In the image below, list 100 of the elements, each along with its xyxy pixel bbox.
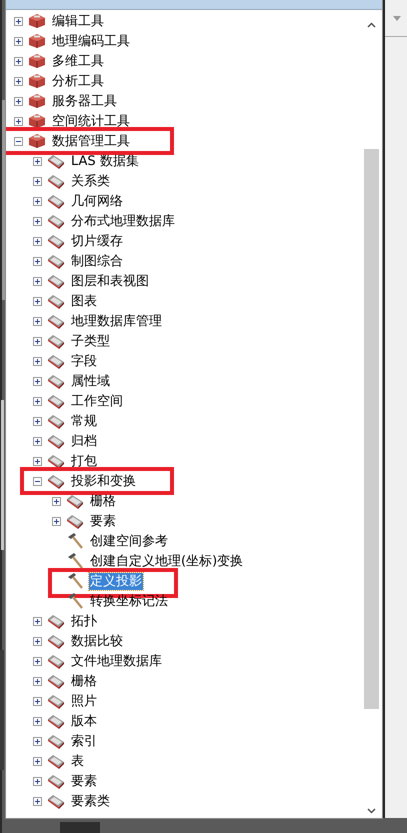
toolbox-icon xyxy=(28,13,46,29)
expand-icon[interactable] xyxy=(33,776,42,786)
expand-icon[interactable] xyxy=(33,796,42,806)
toolset-icon xyxy=(47,453,65,469)
tree-item[interactable]: 创建自定义地理(坐标)变换 xyxy=(89,552,244,570)
toolbox-icon xyxy=(28,73,46,89)
toolset-icon xyxy=(47,413,65,429)
tree-item[interactable]: 字段 xyxy=(70,352,98,370)
expand-icon[interactable] xyxy=(33,436,42,446)
tree-item[interactable]: 多维工具 xyxy=(51,52,105,70)
expand-icon[interactable] xyxy=(33,636,42,646)
toolset-icon xyxy=(47,173,65,189)
expand-icon[interactable] xyxy=(33,756,42,766)
expand-icon[interactable] xyxy=(33,296,42,306)
hammer-icon xyxy=(66,552,84,570)
collapse-icon[interactable] xyxy=(33,476,42,486)
expand-icon[interactable] xyxy=(14,36,23,46)
tree-item[interactable]: 地理数据库管理 xyxy=(70,312,163,330)
tree-item[interactable]: 照片 xyxy=(70,692,98,710)
expand-icon[interactable] xyxy=(33,376,42,386)
expand-icon[interactable] xyxy=(33,256,42,266)
tree-item[interactable]: 定义投影 xyxy=(89,572,143,590)
expand-icon[interactable] xyxy=(52,516,61,526)
tree-item[interactable]: 工作空间 xyxy=(70,392,124,410)
tree-item[interactable]: 要素 xyxy=(70,772,98,790)
tree-item[interactable]: 归档 xyxy=(70,432,98,450)
tree-item[interactable]: 投影和变换 xyxy=(70,472,137,490)
tree-item[interactable]: 常规 xyxy=(70,412,98,430)
tree-item[interactable]: 服务器工具 xyxy=(51,92,118,110)
expand-icon[interactable] xyxy=(33,276,42,286)
expand-icon[interactable] xyxy=(33,336,42,346)
tree-item[interactable]: 栅格 xyxy=(70,672,98,690)
hammer-icon xyxy=(66,572,84,590)
expand-icon[interactable] xyxy=(33,156,42,166)
tree-item[interactable]: 编辑工具 xyxy=(51,12,105,30)
tree-item[interactable]: 分析工具 xyxy=(51,72,105,90)
tree-item[interactable]: 打包 xyxy=(70,452,98,470)
expand-icon[interactable] xyxy=(33,236,42,246)
tree-item[interactable]: 制图综合 xyxy=(70,252,124,270)
toolbox-icon xyxy=(28,93,46,109)
tree-item[interactable]: 转换坐标记法 xyxy=(89,592,169,610)
tree-item[interactable]: 属性域 xyxy=(70,372,111,390)
toolset-icon xyxy=(47,713,65,729)
expand-icon[interactable] xyxy=(14,96,23,106)
tree-item[interactable]: LAS 数据集 xyxy=(70,152,140,170)
expand-icon[interactable] xyxy=(14,16,23,26)
tree-item[interactable]: 文件地理数据库 xyxy=(70,652,163,670)
tree-item[interactable]: 数据管理工具 xyxy=(51,132,131,150)
expand-icon[interactable] xyxy=(33,216,42,226)
toolset-icon xyxy=(47,693,65,709)
tree-item[interactable]: 地理编码工具 xyxy=(51,32,131,50)
tree-item[interactable]: 关系类 xyxy=(70,172,111,190)
expand-icon[interactable] xyxy=(33,696,42,706)
tree-item[interactable]: 子类型 xyxy=(70,332,111,350)
toolset-icon xyxy=(47,673,65,689)
tree-item[interactable]: 几何网络 xyxy=(70,192,124,210)
toolset-icon xyxy=(47,153,65,169)
tree-item[interactable]: 栅格 xyxy=(89,492,117,510)
tree-item[interactable]: 要素类 xyxy=(70,792,111,810)
tree-item[interactable]: 表 xyxy=(70,752,85,770)
expand-icon[interactable] xyxy=(33,616,42,626)
expand-icon[interactable] xyxy=(33,316,42,326)
toolset-icon xyxy=(47,753,65,769)
toolset-icon xyxy=(47,373,65,389)
tree-item[interactable]: 创建空间参考 xyxy=(89,532,169,550)
expand-icon[interactable] xyxy=(33,676,42,686)
expand-icon[interactable] xyxy=(33,656,42,666)
tree-item[interactable]: 要素 xyxy=(89,512,117,530)
scroll-down-icon[interactable] xyxy=(367,808,376,814)
toolset-icon xyxy=(47,273,65,289)
expand-icon[interactable] xyxy=(14,116,23,126)
expand-icon[interactable] xyxy=(33,196,42,206)
expand-icon[interactable] xyxy=(33,736,42,746)
tree-item[interactable]: 分布式地理数据库 xyxy=(70,212,176,230)
expand-icon[interactable] xyxy=(33,176,42,186)
expand-icon[interactable] xyxy=(33,416,42,426)
toolset-icon xyxy=(47,393,65,409)
tree-item[interactable]: 版本 xyxy=(70,712,98,730)
tree-item[interactable]: 数据比较 xyxy=(70,632,124,650)
tree-item[interactable]: 图层和表视图 xyxy=(70,272,150,290)
toolbox-icon xyxy=(28,113,46,129)
expand-icon[interactable] xyxy=(14,76,23,86)
expand-icon[interactable] xyxy=(33,396,42,406)
tree-item[interactable]: 切片缓存 xyxy=(70,232,124,250)
expand-icon[interactable] xyxy=(33,356,42,366)
collapse-icon[interactable] xyxy=(14,136,23,146)
toolset-icon xyxy=(47,233,65,249)
toolset-icon xyxy=(47,293,65,309)
scroll-up-icon[interactable] xyxy=(367,22,376,28)
tree-item[interactable]: 索引 xyxy=(70,732,98,750)
toolset-icon xyxy=(47,193,65,209)
toolset-icon xyxy=(47,473,65,489)
tree-item[interactable]: 空间统计工具 xyxy=(51,112,131,130)
expand-icon[interactable] xyxy=(14,56,23,66)
tree-item[interactable]: 拓扑 xyxy=(70,612,98,630)
tree-item[interactable]: 图表 xyxy=(70,292,98,310)
toolset-icon xyxy=(47,613,65,629)
expand-icon[interactable] xyxy=(52,496,61,506)
expand-icon[interactable] xyxy=(33,456,42,466)
expand-icon[interactable] xyxy=(33,716,42,726)
